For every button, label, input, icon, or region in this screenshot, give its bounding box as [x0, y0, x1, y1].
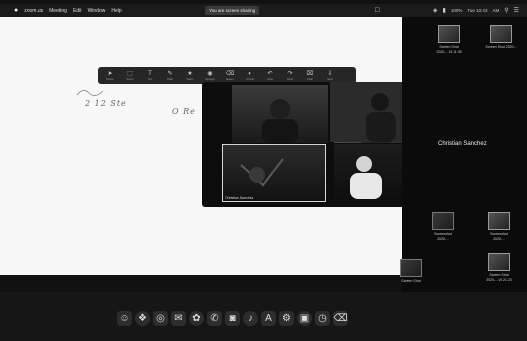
toolbar-tool-label: Mouse	[106, 77, 114, 81]
toolbar-tool-redo[interactable]: ↷ Redo	[284, 71, 296, 81]
toolbar-tool-label: Redo	[287, 77, 293, 81]
video-tile[interactable]	[232, 85, 328, 143]
redo-icon: ↷	[287, 70, 293, 77]
battery-percent: 100%	[450, 8, 463, 13]
video-tile-active[interactable]: Christian Sanchez	[222, 144, 326, 202]
toolbar-tool-label: Select	[126, 77, 134, 81]
app-store-icon[interactable]: A	[261, 310, 276, 326]
toolbar-tool-undo[interactable]: ↶ Undo	[264, 71, 276, 81]
toolbar-tool-label: Spotlight	[205, 77, 215, 81]
menu-item-edit[interactable]: Edit	[73, 8, 82, 14]
toolbar-tool-format[interactable]: ◐ Format	[244, 71, 256, 81]
screenshot-thumbnail-icon	[490, 25, 512, 43]
toolbar-tool-mouse[interactable]: ➤ Mouse	[104, 71, 116, 81]
desktop-file[interactable]: Screen Shot 2020-...19.21.23	[478, 253, 520, 282]
stamp-icon: ★	[187, 70, 193, 77]
participant-silhouette	[350, 156, 382, 199]
dock: ☺ ❖ ◎ ✉ ✿ ✆ ◙ ♪ A ⚙ ▣ ◷ ⌫	[0, 292, 527, 341]
menu-extra-icon[interactable]: □	[375, 7, 379, 14]
file-caption: 2020-...	[437, 236, 449, 241]
clear-icon: ⌧	[306, 70, 314, 77]
toolbar-tool-stamp[interactable]: ★ Stamp	[184, 71, 196, 81]
participant-silhouette	[240, 158, 284, 187]
select-icon: ⬚	[127, 70, 133, 77]
desktop: Screen Shot 2020-...19.11.08 Screen Shot…	[400, 17, 527, 292]
toolbar-tool-label: Format	[246, 77, 254, 81]
menu-item-window[interactable]: Window	[88, 8, 106, 14]
text-icon: T	[148, 70, 152, 77]
toolbar-tool-label: Save	[327, 77, 333, 81]
finder-icon[interactable]: ☺	[117, 310, 132, 326]
menu-item-zoom[interactable]: zoom.us	[24, 8, 43, 14]
spotlight-icon: ◉	[207, 70, 213, 77]
screenshot-thumbnail-icon	[438, 25, 460, 43]
mail-icon[interactable]: ✉	[171, 310, 186, 326]
active-speaker-name: Christian Sanchez	[438, 141, 487, 147]
file-caption: 2020-...19.11.08	[436, 49, 462, 54]
clock-icon[interactable]: ◷	[315, 310, 330, 326]
status-area: ◈ ▮ 100% Tue 10:43 AM ⚲ ☰	[433, 4, 519, 17]
toolbar-tool-text[interactable]: T Text	[144, 71, 156, 81]
apple-menu-icon[interactable]: ●	[14, 7, 18, 14]
menu-item-meeting[interactable]: Meeting	[49, 8, 67, 14]
launchpad-icon[interactable]: ❖	[135, 310, 150, 326]
desktop-file[interactable]: Screen Shot 2020...	[480, 25, 522, 50]
screenshot-thumbnail-icon	[432, 212, 454, 230]
screenshot-thumbnail-icon	[488, 212, 510, 230]
search-icon[interactable]: ⚲	[504, 7, 508, 14]
draw-icon: ✎	[167, 70, 173, 77]
toolbar-tool-label: Clear	[307, 77, 313, 81]
control-center-icon[interactable]: ☰	[514, 7, 519, 14]
preview-icon[interactable]: ▣	[297, 310, 312, 326]
trash-icon[interactable]: ⌫	[333, 310, 348, 326]
toolbar-tool-draw[interactable]: ✎ Draw	[164, 71, 176, 81]
desktop-file[interactable]: Screen Shot 2020-...19.11.08	[428, 25, 470, 54]
battery-icon[interactable]: ▮	[443, 7, 446, 14]
toolbar-tool-label: Stamp	[186, 77, 194, 81]
messages-icon[interactable]: ✆	[207, 310, 222, 326]
desktop-file[interactable]: Screen Shot	[390, 259, 432, 284]
menu-item-help[interactable]: Help	[111, 8, 121, 14]
toolbar-tool-select[interactable]: ⬚ Select	[124, 71, 136, 81]
mouse-icon: ➤	[107, 70, 113, 77]
eraser-icon: ⌫	[225, 70, 235, 77]
safari-icon[interactable]: ◎	[153, 310, 168, 326]
screen-share-banner[interactable]: You are screen sharing	[205, 6, 260, 15]
clock-ampm: AM	[492, 8, 500, 13]
file-caption: Screen Shot 2020...	[485, 45, 517, 49]
screenshot-thumbnail-icon	[400, 259, 422, 277]
toolbar-tool-label: Undo	[267, 77, 273, 81]
video-tile[interactable]	[334, 144, 410, 202]
photos-icon[interactable]: ✿	[189, 310, 204, 326]
desktop-file[interactable]: Screenshot 2020-...	[478, 212, 520, 241]
zoom-icon[interactable]: ◙	[225, 310, 240, 326]
menu-bar: ● zoom.us Meeting Edit Window Help You a…	[0, 4, 527, 17]
music-icon[interactable]: ♪	[243, 310, 258, 326]
toolbar-tool-clear[interactable]: ⌧ Clear	[304, 71, 316, 81]
wifi-icon[interactable]: ◈	[433, 7, 438, 14]
file-caption: Screen Shot	[401, 279, 421, 283]
dock-icons: ☺ ❖ ◎ ✉ ✿ ✆ ◙ ♪ A ⚙ ▣ ◷ ⌫	[117, 308, 415, 328]
toolbar-tool-save[interactable]: ⇩ Save	[324, 71, 336, 81]
screenshot-thumbnail-icon	[488, 253, 510, 271]
toolbar-tool-eraser[interactable]: ⌫ Eraser	[224, 71, 236, 81]
settings-icon[interactable]: ⚙	[279, 310, 294, 326]
toolbar-tool-label: Text	[147, 77, 153, 81]
toolbar-tool-label: Eraser	[226, 77, 234, 81]
toolbar-tool-label: Draw	[167, 77, 173, 81]
participant-silhouette	[262, 99, 298, 143]
clock-text[interactable]: Tue 10:43	[467, 8, 487, 13]
save-icon: ⇩	[327, 70, 333, 77]
participant-name: Christian Sanchez	[225, 196, 254, 200]
toolbar-tool-spotlight[interactable]: ◉ Spotlight	[204, 71, 216, 81]
whiteboard-scribble	[76, 90, 104, 96]
format-icon: ◐	[248, 70, 252, 77]
whiteboard-handwriting-line: O Re	[172, 107, 196, 116]
file-caption: 2020-...	[493, 236, 505, 241]
file-caption: 2020-...19.21.23	[486, 277, 512, 282]
desktop-file[interactable]: Screenshot 2020-...	[422, 212, 464, 241]
undo-icon: ↶	[267, 70, 273, 77]
